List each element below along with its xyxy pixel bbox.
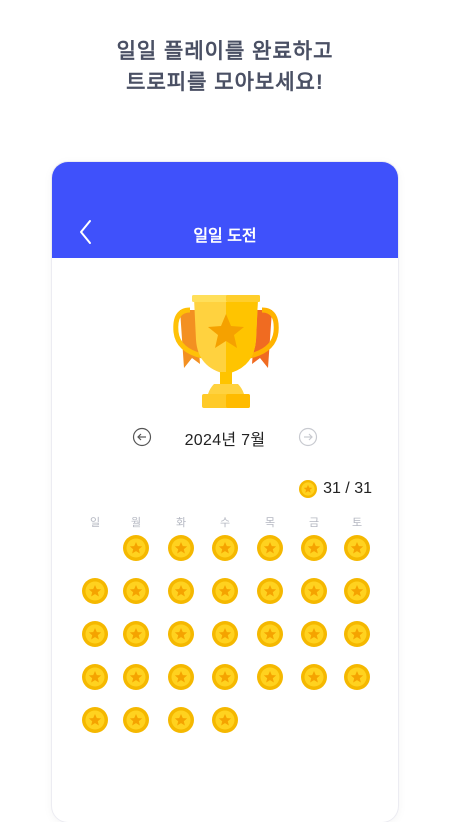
page-title: 일일 도전 [193,228,257,245]
day-coin-24[interactable] [212,664,238,690]
app-bar: 일일 도전 [52,162,398,258]
day-coin-22[interactable] [123,664,149,690]
day-coin-21[interactable] [82,664,108,690]
day-coin-20[interactable] [344,621,370,647]
day-coin-16[interactable] [168,621,194,647]
weekday-label: 금 [308,517,320,529]
day-coin-19[interactable] [301,621,327,647]
weekday-label: 수 [219,517,231,529]
day-coin-29[interactable] [123,707,149,733]
star-coin-icon [299,480,318,498]
day-coin-25[interactable] [257,664,283,690]
day-coin-18[interactable] [257,621,283,647]
day-coin-26[interactable] [301,664,327,690]
day-coin-28[interactable] [82,707,108,733]
next-month-button[interactable] [298,427,318,447]
weekday-label: 토 [351,517,363,529]
day-coin-4[interactable] [257,535,283,561]
day-coin-1[interactable] [123,535,149,561]
day-coin-30[interactable] [168,707,194,733]
completion-counter: 31 / 31 [299,478,372,500]
day-coin-17[interactable] [212,621,238,647]
completion-count: 31 / 31 [323,480,372,497]
day-coin-9[interactable] [168,578,194,604]
headline-line-1: 일일 플레이를 완료하고 [116,40,334,63]
day-coin-23[interactable] [168,664,194,690]
month-navigator: 2024년 7월 [52,424,398,450]
weekday-label: 목 [264,517,276,529]
weekday-header: 일월화수목금토 [74,514,374,529]
headline: 일일 플레이를 완료하고 트로피를 모아보세요! [0,36,450,98]
day-coin-10[interactable] [212,578,238,604]
weekday-label: 화 [175,517,187,529]
day-coin-3[interactable] [212,535,238,561]
day-coin-7[interactable] [82,578,108,604]
day-coin-14[interactable] [82,621,108,647]
day-coin-6[interactable] [344,535,370,561]
day-coin-12[interactable] [301,578,327,604]
weekday-label: 월 [130,517,142,529]
phone-frame: 일일 도전 2024년 7월 31 / 31 일 월 화 수 목 금 토 [52,162,398,822]
day-coin-2[interactable] [168,535,194,561]
day-coin-27[interactable] [344,664,370,690]
month-label: 2024년 7월 [184,432,266,449]
arrow-right-circle-icon [298,427,318,447]
day-coin-8[interactable] [123,578,149,604]
trophy-icon [173,295,279,408]
day-coin-31[interactable] [212,707,238,733]
day-coin-5[interactable] [301,535,327,561]
day-coin-15[interactable] [123,621,149,647]
headline-line-2: 트로피를 모아보세요! [126,71,324,94]
day-coin-11[interactable] [257,578,283,604]
weekday-label: 일 [89,517,101,529]
day-coin-13[interactable] [344,578,370,604]
